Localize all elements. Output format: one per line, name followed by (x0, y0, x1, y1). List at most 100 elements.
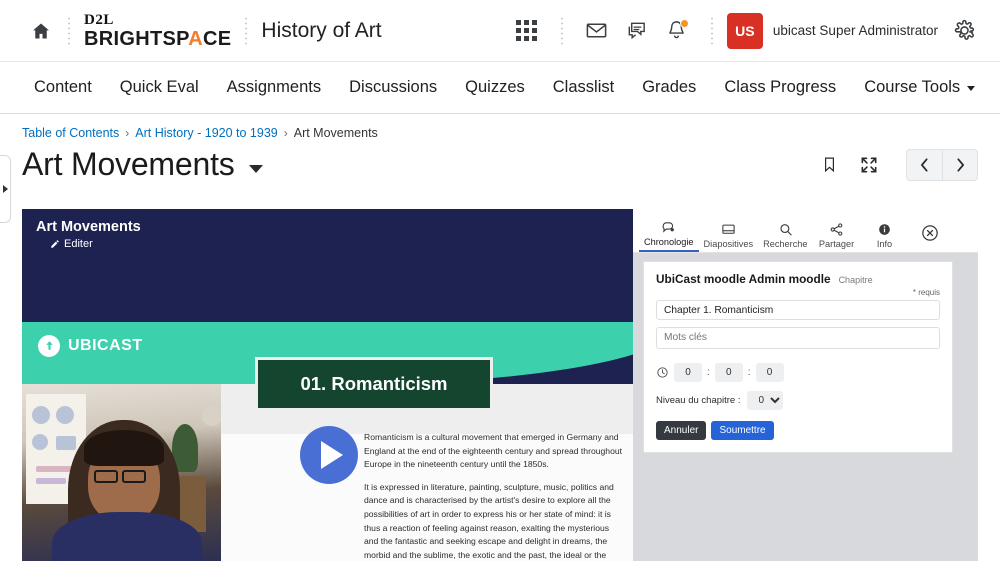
tab-chronologie[interactable]: Chronologie (639, 217, 699, 252)
nav-item-grades[interactable]: Grades (628, 72, 710, 103)
page-action-icons (812, 148, 978, 182)
course-title: History of Art (261, 18, 382, 42)
tab-label: Recherche (763, 239, 808, 249)
avatar[interactable]: US (726, 12, 763, 49)
player-title: Art Movements (36, 219, 141, 235)
logo-brightspace-text: BRIGHTSPACE (84, 27, 232, 50)
player-edit-label: Editer (64, 238, 93, 250)
video-player[interactable]: Art Movements Editer UBICAST 01. Romanti… (22, 209, 633, 561)
brightspace-page: D2L BRIGHTSPACE History of Art US ubicas… (0, 0, 1000, 561)
form-header: UbiCast moodle Admin moodle Chapitre (656, 272, 940, 286)
timecode-row: : : (656, 363, 940, 382)
breadcrumb-separator: › (125, 126, 130, 140)
chapter-edit-form: UbiCast moodle Admin moodle Chapitre * r… (643, 261, 953, 453)
username-label[interactable]: ubicast Super Administrator (773, 23, 938, 38)
slide-title: 01. Romanticism (258, 360, 490, 408)
nav-label: Discussions (349, 78, 438, 96)
gear-icon[interactable] (944, 11, 984, 51)
presenter-torso (52, 512, 202, 561)
home-icon[interactable] (28, 18, 54, 44)
nav-label: Class Progress (724, 78, 837, 96)
nav-item-classlist[interactable]: Classlist (539, 72, 628, 103)
chapter-title-input[interactable] (656, 300, 940, 320)
logo-d2l-text: D2L (84, 11, 114, 28)
form-button-row: Annuler Soumettre (656, 421, 940, 440)
ubicast-side-panel: Chronologie Diapositives Recherche Parta… (633, 209, 978, 561)
sidebar-expand-handle[interactable] (0, 155, 11, 223)
search-magnifier-icon (780, 224, 792, 236)
nav-item-assignments[interactable]: Assignments (213, 72, 335, 103)
close-circle-icon[interactable] (917, 220, 943, 246)
course-nav-bar: Content Quick Eval Assignments Discussio… (0, 62, 1000, 114)
info-circle-icon (879, 224, 890, 235)
page-title: Art Movements (22, 146, 235, 182)
nav-label: Quick Eval (119, 78, 199, 96)
presenter-webcam-video (22, 384, 227, 561)
nav-label: Classlist (552, 78, 615, 96)
expand-fullscreen-icon[interactable] (852, 148, 886, 182)
time-minutes-input[interactable] (714, 363, 743, 382)
prev-next-button-group (906, 148, 978, 181)
nav-label: Grades (642, 78, 697, 96)
tab-info[interactable]: Info (861, 219, 909, 252)
breadcrumb-separator-2: › (283, 126, 288, 140)
tab-label: Chronologie (644, 237, 694, 247)
breadcrumb-wrapper: Table of Contents › Art History - 1920 t… (0, 114, 1000, 140)
time-hours-input[interactable] (674, 363, 702, 382)
presenter-hair (84, 430, 164, 466)
tab-diapositives[interactable]: Diapositives (699, 219, 759, 252)
panel-tab-bar: Chronologie Diapositives Recherche Parta… (633, 209, 978, 253)
nav-label: Assignments (226, 78, 322, 96)
ubicast-brand-text: UBICAST (68, 337, 143, 354)
nav-item-class-progress[interactable]: Class Progress (710, 72, 850, 103)
nav-item-quizzes[interactable]: Quizzes (451, 72, 539, 103)
nav-item-discussions[interactable]: Discussions (335, 72, 451, 103)
tab-label: Partager (818, 239, 855, 249)
slide-paragraph-2: It is expressed in literature, painting,… (364, 481, 614, 560)
nav-label: Content (34, 78, 92, 96)
chapter-level-row: Niveau du chapitre : 0123 (656, 391, 940, 410)
divider-dots-4 (710, 15, 713, 46)
nav-item-more[interactable]: More (989, 72, 1000, 103)
bell-notification-icon[interactable] (657, 11, 697, 51)
time-colon-2: : (747, 367, 751, 378)
notification-badge (679, 18, 689, 28)
divider-dots-3 (560, 15, 563, 46)
cancel-button[interactable]: Annuler (656, 421, 707, 440)
apps-grid-icon[interactable] (507, 11, 547, 51)
d2l-brightspace-logo[interactable]: D2L BRIGHTSPACE (84, 11, 232, 50)
bookmark-icon[interactable] (812, 148, 846, 182)
chat-bubble-icon[interactable] (617, 11, 657, 51)
nav-label: Quizzes (465, 78, 525, 96)
envelope-icon[interactable] (577, 11, 617, 51)
chevron-down-icon (967, 86, 976, 91)
breadcrumb-item-unit[interactable]: Art History - 1920 to 1939 (135, 126, 277, 140)
nav-item-quick-eval[interactable]: Quick Eval (106, 72, 213, 103)
nav-item-course-tools[interactable]: Course Tools (850, 72, 989, 103)
chapter-level-select[interactable]: 0123 (746, 391, 783, 410)
pencil-icon (51, 240, 59, 248)
previous-button[interactable] (906, 148, 942, 181)
divider-dots-2 (245, 15, 248, 46)
topbar-icon-group: US ubicast Super Administrator (507, 11, 984, 51)
nav-label: Course Tools (864, 78, 961, 96)
panel-right-strip (956, 253, 978, 561)
tab-recherche[interactable]: Recherche (758, 219, 812, 252)
time-colon-1: : (707, 367, 710, 378)
slide-paragraph-1: Romanticism is a cultural movement that … (364, 432, 623, 470)
time-seconds-input[interactable] (755, 363, 784, 382)
keywords-input[interactable] (656, 327, 940, 349)
tab-partager[interactable]: Partager (813, 219, 861, 252)
lamp-prop (202, 406, 222, 426)
content-area: Art Movements Editer UBICAST 01. Romanti… (22, 209, 1000, 561)
slides-icon (722, 224, 735, 234)
glasses-left (94, 470, 118, 483)
submit-button[interactable]: Soumettre (711, 421, 774, 440)
play-button-icon[interactable] (300, 426, 358, 484)
breadcrumb-item-toc[interactable]: Table of Contents (22, 126, 119, 140)
next-button[interactable] (942, 148, 978, 181)
presentation-slide: 01. Romanticism Romanticism is a cultura… (221, 360, 633, 561)
chevron-down-icon[interactable] (248, 164, 263, 173)
nav-item-content[interactable]: Content (20, 72, 106, 103)
player-edit-link[interactable]: Editer (50, 238, 619, 250)
